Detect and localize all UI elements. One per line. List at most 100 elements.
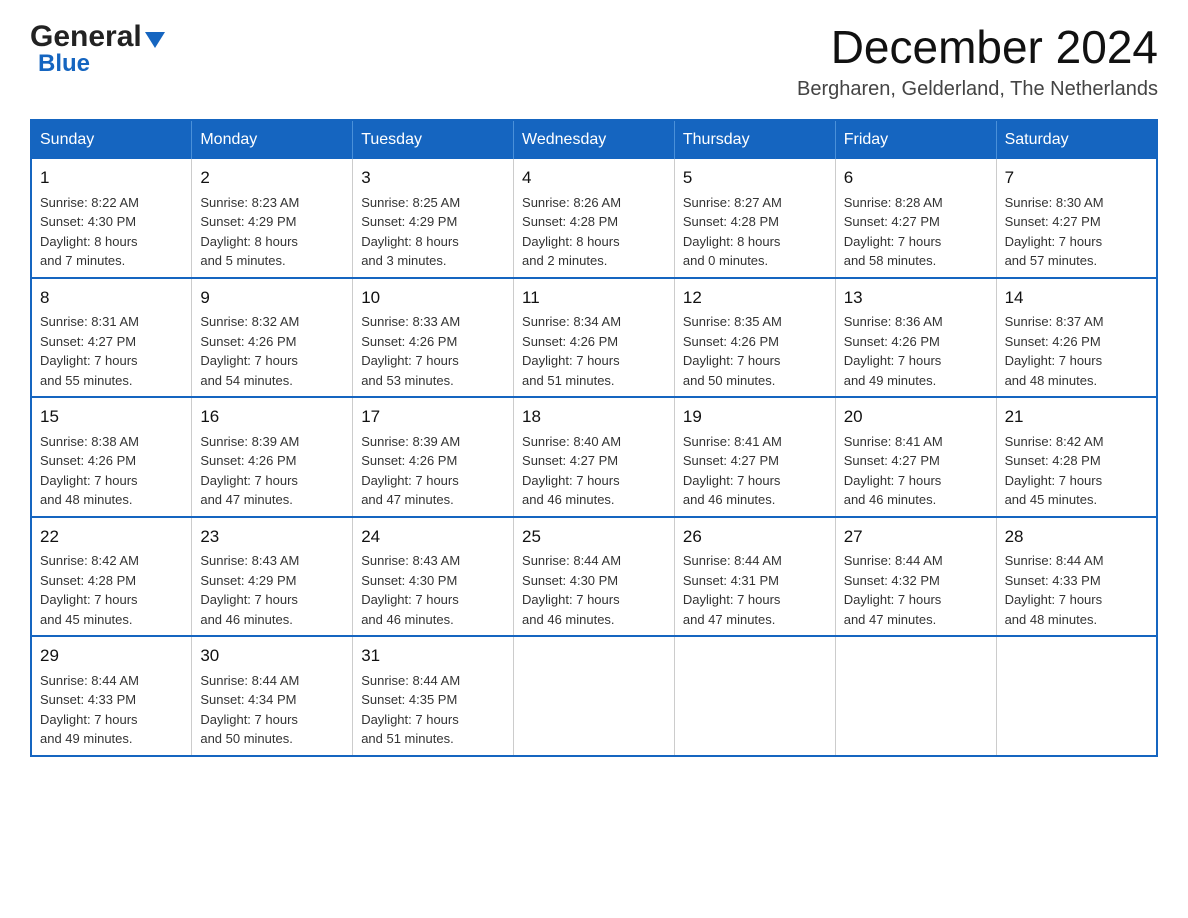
day-number: 2 — [200, 165, 344, 191]
month-year-title: December 2024 — [797, 20, 1158, 74]
day-daylight2: and 46 minutes. — [361, 612, 454, 627]
calendar-cell: 26 Sunrise: 8:44 AM Sunset: 4:31 PM Dayl… — [674, 517, 835, 637]
calendar-cell: 7 Sunrise: 8:30 AM Sunset: 4:27 PM Dayli… — [996, 159, 1157, 278]
day-number: 25 — [522, 524, 666, 550]
day-sunrise: Sunrise: 8:31 AM — [40, 314, 139, 329]
day-number: 7 — [1005, 165, 1148, 191]
day-sunset: Sunset: 4:30 PM — [361, 573, 457, 588]
day-sunset: Sunset: 4:33 PM — [1005, 573, 1101, 588]
day-number: 23 — [200, 524, 344, 550]
calendar-cell: 13 Sunrise: 8:36 AM Sunset: 4:26 PM Dayl… — [835, 278, 996, 398]
calendar-table: SundayMondayTuesdayWednesdayThursdayFrid… — [30, 119, 1158, 757]
day-sunset: Sunset: 4:26 PM — [683, 334, 779, 349]
day-daylight2: and 47 minutes. — [683, 612, 776, 627]
calendar-cell: 11 Sunrise: 8:34 AM Sunset: 4:26 PM Dayl… — [514, 278, 675, 398]
day-sunrise: Sunrise: 8:33 AM — [361, 314, 460, 329]
day-daylight: Daylight: 8 hours — [683, 234, 781, 249]
day-sunset: Sunset: 4:26 PM — [200, 453, 296, 468]
day-daylight: Daylight: 7 hours — [361, 592, 459, 607]
day-sunrise: Sunrise: 8:38 AM — [40, 434, 139, 449]
calendar-cell — [514, 636, 675, 756]
calendar-day-header: Thursday — [674, 120, 835, 159]
day-sunrise: Sunrise: 8:44 AM — [1005, 553, 1104, 568]
day-sunrise: Sunrise: 8:23 AM — [200, 195, 299, 210]
calendar-cell: 22 Sunrise: 8:42 AM Sunset: 4:28 PM Dayl… — [31, 517, 192, 637]
day-daylight: Daylight: 7 hours — [40, 473, 138, 488]
calendar-week-row: 29 Sunrise: 8:44 AM Sunset: 4:33 PM Dayl… — [31, 636, 1157, 756]
day-daylight: Daylight: 7 hours — [844, 473, 942, 488]
day-daylight2: and 46 minutes. — [683, 492, 776, 507]
logo-blue-text: Blue — [38, 50, 90, 78]
day-sunset: Sunset: 4:29 PM — [361, 214, 457, 229]
day-sunrise: Sunrise: 8:34 AM — [522, 314, 621, 329]
day-daylight2: and 46 minutes. — [522, 492, 615, 507]
logo-general-text: General — [30, 20, 142, 54]
day-daylight2: and 51 minutes. — [522, 373, 615, 388]
day-daylight: Daylight: 7 hours — [40, 592, 138, 607]
calendar-day-header: Friday — [835, 120, 996, 159]
day-daylight: Daylight: 7 hours — [361, 712, 459, 727]
calendar-cell: 5 Sunrise: 8:27 AM Sunset: 4:28 PM Dayli… — [674, 159, 835, 278]
day-number: 5 — [683, 165, 827, 191]
day-daylight: Daylight: 7 hours — [522, 473, 620, 488]
calendar-cell: 21 Sunrise: 8:42 AM Sunset: 4:28 PM Dayl… — [996, 397, 1157, 517]
day-daylight2: and 45 minutes. — [1005, 492, 1098, 507]
day-number: 22 — [40, 524, 183, 550]
calendar-day-header: Saturday — [996, 120, 1157, 159]
day-sunset: Sunset: 4:26 PM — [361, 453, 457, 468]
day-sunset: Sunset: 4:29 PM — [200, 573, 296, 588]
day-sunrise: Sunrise: 8:44 AM — [200, 673, 299, 688]
logo-triangle-icon — [145, 32, 165, 48]
day-sunset: Sunset: 4:30 PM — [40, 214, 136, 229]
day-number: 9 — [200, 285, 344, 311]
calendar-cell: 29 Sunrise: 8:44 AM Sunset: 4:33 PM Dayl… — [31, 636, 192, 756]
day-daylight: Daylight: 7 hours — [361, 353, 459, 368]
day-number: 29 — [40, 643, 183, 669]
calendar-cell: 19 Sunrise: 8:41 AM Sunset: 4:27 PM Dayl… — [674, 397, 835, 517]
day-sunrise: Sunrise: 8:22 AM — [40, 195, 139, 210]
day-number: 4 — [522, 165, 666, 191]
day-daylight2: and 49 minutes. — [40, 731, 133, 746]
day-sunset: Sunset: 4:26 PM — [40, 453, 136, 468]
day-sunrise: Sunrise: 8:43 AM — [200, 553, 299, 568]
day-sunset: Sunset: 4:28 PM — [40, 573, 136, 588]
day-sunset: Sunset: 4:31 PM — [683, 573, 779, 588]
calendar-cell: 30 Sunrise: 8:44 AM Sunset: 4:34 PM Dayl… — [192, 636, 353, 756]
calendar-cell: 2 Sunrise: 8:23 AM Sunset: 4:29 PM Dayli… — [192, 159, 353, 278]
day-daylight: Daylight: 7 hours — [683, 592, 781, 607]
day-daylight2: and 47 minutes. — [844, 612, 937, 627]
day-number: 15 — [40, 404, 183, 430]
day-daylight2: and 54 minutes. — [200, 373, 293, 388]
calendar-week-row: 8 Sunrise: 8:31 AM Sunset: 4:27 PM Dayli… — [31, 278, 1157, 398]
calendar-day-header: Wednesday — [514, 120, 675, 159]
day-sunset: Sunset: 4:27 PM — [1005, 214, 1101, 229]
day-number: 20 — [844, 404, 988, 430]
day-daylight: Daylight: 7 hours — [1005, 234, 1103, 249]
day-daylight2: and 49 minutes. — [844, 373, 937, 388]
day-sunrise: Sunrise: 8:41 AM — [683, 434, 782, 449]
day-sunset: Sunset: 4:35 PM — [361, 692, 457, 707]
calendar-day-header: Monday — [192, 120, 353, 159]
day-sunrise: Sunrise: 8:32 AM — [200, 314, 299, 329]
day-sunrise: Sunrise: 8:26 AM — [522, 195, 621, 210]
location-subtitle: Bergharen, Gelderland, The Netherlands — [797, 78, 1158, 101]
calendar-cell: 3 Sunrise: 8:25 AM Sunset: 4:29 PM Dayli… — [353, 159, 514, 278]
day-sunset: Sunset: 4:26 PM — [844, 334, 940, 349]
day-number: 16 — [200, 404, 344, 430]
day-daylight: Daylight: 7 hours — [40, 712, 138, 727]
day-daylight: Daylight: 7 hours — [40, 353, 138, 368]
day-daylight2: and 45 minutes. — [40, 612, 133, 627]
calendar-cell: 18 Sunrise: 8:40 AM Sunset: 4:27 PM Dayl… — [514, 397, 675, 517]
day-daylight2: and 47 minutes. — [361, 492, 454, 507]
day-daylight2: and 47 minutes. — [200, 492, 293, 507]
calendar-week-row: 22 Sunrise: 8:42 AM Sunset: 4:28 PM Dayl… — [31, 517, 1157, 637]
day-number: 10 — [361, 285, 505, 311]
day-sunset: Sunset: 4:30 PM — [522, 573, 618, 588]
day-number: 3 — [361, 165, 505, 191]
day-daylight2: and 51 minutes. — [361, 731, 454, 746]
day-sunset: Sunset: 4:34 PM — [200, 692, 296, 707]
day-sunrise: Sunrise: 8:36 AM — [844, 314, 943, 329]
day-number: 1 — [40, 165, 183, 191]
day-number: 13 — [844, 285, 988, 311]
day-sunrise: Sunrise: 8:28 AM — [844, 195, 943, 210]
